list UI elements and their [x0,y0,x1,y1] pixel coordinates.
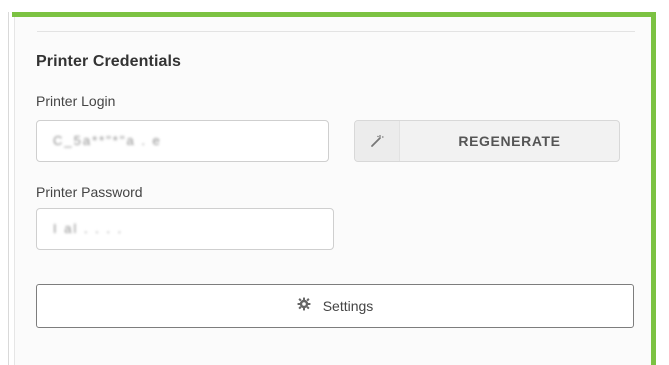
screenshot-stage: Printer Credentials Printer Login C_5a**… [0,0,669,365]
green-highlight-frame [12,12,656,365]
outer-frame-edge [8,12,9,365]
